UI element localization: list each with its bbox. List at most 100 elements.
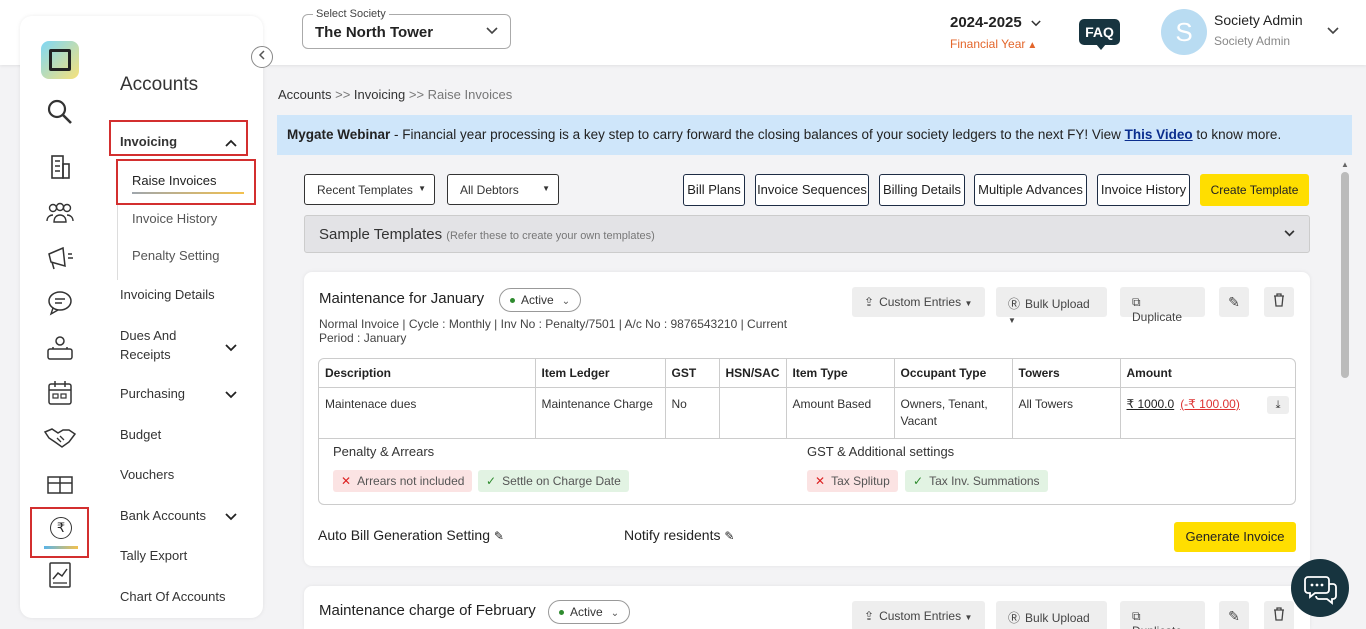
building-icon[interactable]	[42, 151, 78, 181]
chat-bubbles-icon	[1304, 576, 1337, 605]
upload-icon: ⇪	[864, 609, 875, 623]
select-value: All Debtors	[460, 183, 519, 197]
status-badge: ✕ Tax Splitup	[807, 470, 898, 492]
sidebar-item-budget[interactable]: Budget	[120, 427, 161, 442]
template-items-table: Description Item Ledger GST HSN/SAC Item…	[318, 358, 1296, 505]
staff-icon[interactable]	[42, 334, 78, 364]
delete-icon[interactable]	[1264, 287, 1294, 317]
custom-entries-button[interactable]: ⇪ Custom Entries ▼	[852, 287, 985, 317]
custom-entries-button[interactable]: ⇪ Custom Entries ▼	[852, 601, 985, 629]
user-role: Society Admin	[1214, 34, 1291, 48]
invoice-sequences-button[interactable]: Invoice Sequences	[755, 174, 869, 206]
template-card: Maintenance for January Active ⌄ ⇪ Custom …	[304, 272, 1310, 566]
template-card: Maintenance charge of February Active ⌄ ⇪…	[304, 586, 1310, 629]
sidebar-item-tally-export[interactable]: Tally Export	[120, 548, 187, 563]
bulk-upload-button[interactable]: ⓇBulk Upload ▼	[996, 601, 1107, 629]
chevron-down-icon: ⌄	[610, 608, 620, 619]
bill-plans-button[interactable]: Bill Plans	[683, 174, 745, 206]
caret-down-icon: ▼	[418, 184, 426, 193]
notify-residents-link[interactable]: Notify residents ✎	[624, 527, 734, 543]
messages-icon[interactable]	[42, 288, 78, 318]
sidebar-item-invoice-history[interactable]: Invoice History	[132, 211, 217, 226]
sidebar-item-label: Raise Invoices	[132, 173, 217, 188]
pencil-icon: ✎	[724, 529, 735, 543]
search-icon[interactable]	[42, 97, 78, 127]
sidebar-item-penalty-setting[interactable]: Penalty Setting	[132, 248, 219, 263]
collapse-sidebar-button[interactable]	[251, 46, 273, 68]
multiple-advances-button[interactable]: Multiple Advances	[974, 174, 1087, 206]
status-dropdown[interactable]: Active ⌄	[548, 600, 631, 624]
sidebar-item-invoicing-details[interactable]: Invoicing Details	[120, 287, 215, 302]
sidebar-item-raise-invoices[interactable]: Raise Invoices	[132, 173, 244, 194]
banner-video-link[interactable]: This Video	[1125, 127, 1193, 142]
recent-templates-select[interactable]: Recent Templates ▼	[304, 174, 435, 205]
calendar-icon[interactable]	[42, 378, 78, 408]
fy-year: 2024-2025	[950, 14, 1022, 31]
amount-link[interactable]: ₹ 1000.0	[1127, 397, 1175, 411]
auto-bill-generation-link[interactable]: Auto Bill Generation Setting ✎	[318, 527, 504, 543]
sidebar-item-chart-of-accounts[interactable]: Chart Of Accounts	[120, 589, 226, 604]
sample-templates-accordion[interactable]: Sample Templates (Refer these to create …	[304, 215, 1310, 253]
status-badge: ✓ Settle on Charge Date	[478, 470, 629, 492]
bulk-upload-button[interactable]: ⓇBulk Upload ▼	[996, 287, 1107, 325]
chat-support-button[interactable]	[1291, 559, 1349, 617]
amount-discount-link[interactable]: (-₹ 100.00)	[1180, 397, 1240, 411]
gst-section-title: GST & Additional settings	[807, 444, 955, 459]
sidebar-item-purchasing[interactable]: Purchasing	[120, 386, 237, 401]
financial-year-selector[interactable]: 2024-2025 Financial Year ▲	[950, 14, 1041, 51]
cross-icon: ✕	[341, 474, 352, 488]
status-badge: ✕ Arrears not included	[333, 470, 473, 492]
edit-icon[interactable]: ✎	[1219, 287, 1249, 317]
duplicate-button[interactable]: ⧉Duplicate	[1120, 601, 1205, 629]
banner-text: - Financial year processing is a key ste…	[390, 127, 1125, 142]
copy-icon: ⧉	[1132, 609, 1141, 623]
sidebar-item-dues-and-receipts[interactable]: Dues And Receipts	[120, 326, 237, 364]
caret-down-icon: ▼	[542, 184, 550, 193]
create-template-button[interactable]: Create Template	[1200, 174, 1309, 206]
status-dot	[510, 298, 515, 304]
billing-details-button[interactable]: Billing Details	[879, 174, 965, 206]
template-title: Maintenance for January	[319, 290, 485, 307]
sidebar-item-vouchers[interactable]: Vouchers	[120, 467, 174, 482]
sidebar-item-label: Dues And	[120, 328, 177, 343]
banner-tail: to know more.	[1192, 127, 1282, 142]
breadcrumb-invoicing[interactable]: Invoicing	[354, 87, 405, 102]
package-icon[interactable]	[42, 470, 78, 500]
chevron-down-icon	[225, 388, 237, 402]
scrollbar-thumb[interactable]	[1341, 172, 1349, 378]
society-select[interactable]: Select Society The North Tower	[302, 8, 511, 49]
avatar[interactable]: S	[1161, 9, 1207, 55]
delete-icon[interactable]	[1264, 601, 1294, 629]
sidebar-item-bank-accounts[interactable]: Bank Accounts	[120, 508, 237, 523]
handshake-icon[interactable]	[42, 422, 78, 452]
generate-invoice-button[interactable]: Generate Invoice	[1174, 522, 1296, 552]
breadcrumb-accounts[interactable]: Accounts	[278, 87, 331, 102]
check-icon: ✓	[913, 474, 924, 488]
residents-icon[interactable]	[42, 198, 78, 228]
reports-chart-icon[interactable]	[42, 560, 78, 590]
breadcrumb-current: Raise Invoices	[427, 87, 513, 102]
sidebar-item-label: Receipts	[120, 347, 171, 362]
edit-icon[interactable]: ✎	[1219, 601, 1249, 629]
app-logo[interactable]	[41, 41, 79, 79]
download-icon[interactable]: ⤓	[1267, 396, 1289, 414]
scroll-up-icon[interactable]: ▲	[1341, 160, 1349, 169]
faq-button[interactable]: FAQ	[1079, 19, 1120, 50]
chevron-down-icon[interactable]	[1327, 24, 1339, 38]
sidebar-title: Accounts	[120, 74, 199, 95]
society-select-value: The North Tower	[315, 24, 434, 41]
breadcrumb: Accounts >> Invoicing >> Raise Invoices	[278, 87, 513, 102]
chevron-down-icon	[486, 24, 498, 38]
sidebar-item-invoicing[interactable]: Invoicing	[120, 134, 237, 149]
column-header: Description	[319, 359, 536, 388]
user-info[interactable]: Society Admin Society Admin	[1214, 12, 1303, 48]
invoice-history-button[interactable]: Invoice History	[1097, 174, 1190, 206]
all-debtors-select[interactable]: All Debtors ▼	[447, 174, 559, 205]
accounts-nav-highlight[interactable]: ₹	[30, 507, 89, 558]
status-dot	[559, 610, 564, 616]
sidebar-item-label: Bank Accounts	[120, 508, 206, 523]
duplicate-button[interactable]: ⧉Duplicate	[1120, 287, 1205, 324]
status-dropdown[interactable]: Active ⌄	[499, 288, 582, 312]
announcement-icon[interactable]	[42, 243, 78, 273]
chevron-down-icon	[225, 510, 237, 524]
